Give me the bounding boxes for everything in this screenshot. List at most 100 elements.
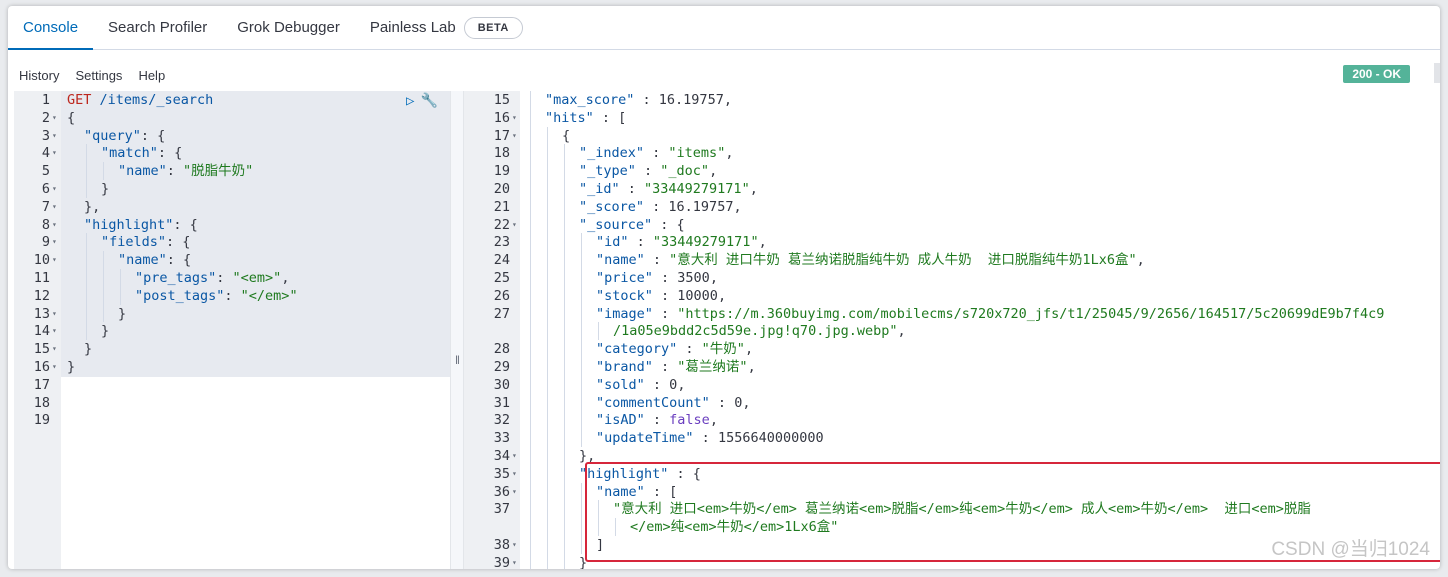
- fold-toggle-icon[interactable]: ▾: [512, 447, 517, 465]
- code-token: "name": [118, 252, 167, 269]
- resize-handle-icon[interactable]: ‖: [455, 353, 460, 367]
- code-token: "_source": [579, 216, 653, 233]
- history-link[interactable]: History: [19, 68, 59, 83]
- fold-toggle-icon[interactable]: ▾: [512, 483, 517, 501]
- fold-toggle-icon[interactable]: ▾: [52, 216, 57, 234]
- fold-toggle-icon[interactable]: ▾: [512, 109, 517, 127]
- indent-guide: [547, 197, 548, 216]
- indent-guide: [530, 518, 531, 536]
- indent-guide: [564, 340, 565, 358]
- fold-toggle-icon[interactable]: ▾: [512, 554, 517, 569]
- code-text: "query": {: [84, 127, 165, 145]
- fold-toggle-icon[interactable]: ▾: [52, 322, 57, 340]
- fold-toggle-icon[interactable]: ▾: [52, 305, 57, 323]
- code-token: :: [652, 305, 678, 322]
- code-token: "https://m.360buyimg.com/mobilecms/s720x…: [677, 305, 1385, 322]
- fold-toggle-icon[interactable]: ▾: [52, 340, 57, 358]
- code-token: ,: [749, 181, 758, 197]
- code-text: "_id" : "33449279171",: [579, 180, 758, 198]
- code-token: "name": [118, 163, 167, 180]
- line-number: 1: [41, 92, 50, 108]
- code-token: :: [652, 270, 678, 286]
- tab-console[interactable]: Console: [8, 6, 94, 50]
- code-token: :: [224, 287, 241, 304]
- code-token: GET: [67, 92, 100, 108]
- fold-toggle-icon[interactable]: ▾: [52, 127, 57, 145]
- tab-search-profiler[interactable]: Search Profiler: [93, 6, 222, 49]
- code-token: :: [709, 394, 735, 411]
- code-text: {: [562, 127, 570, 145]
- fold-toggle-icon[interactable]: ▾: [512, 536, 517, 554]
- code-token: /items/_search: [99, 92, 214, 108]
- indent-guide: [86, 286, 87, 305]
- code-text: "stock" : 10000,: [596, 287, 726, 305]
- code-token: "意大利 进口牛奶 葛兰纳诺脱脂纯牛奶 成人牛奶 进口脱脂纯牛奶1Lx6盒": [669, 252, 1137, 269]
- fold-toggle-icon[interactable]: ▾: [512, 465, 517, 483]
- fold-toggle-icon[interactable]: ▾: [52, 251, 57, 269]
- indent-guide: [530, 269, 531, 287]
- code-line: 6 ▾}: [14, 180, 450, 198]
- code-line: 19: [14, 411, 450, 429]
- fold-toggle-icon[interactable]: ▾: [52, 198, 57, 216]
- fold-toggle-icon[interactable]: ▾: [52, 233, 57, 251]
- code-line: 31 "commentCount" : 0,: [464, 393, 1440, 412]
- indent-guide: [530, 536, 531, 554]
- fold-toggle-icon[interactable]: ▾: [512, 216, 517, 234]
- line-number: 27: [493, 305, 510, 322]
- code-line: 3 ▾ "query": {: [14, 127, 450, 145]
- indent-guide: [581, 251, 582, 269]
- tab-grok-debugger[interactable]: Grok Debugger: [222, 6, 355, 49]
- tab-painless-lab[interactable]: Painless Lab BETA: [355, 6, 538, 49]
- code-line: 14 ▾}: [14, 322, 450, 341]
- line-number: 35: [493, 465, 510, 482]
- line-number: 19: [33, 412, 50, 429]
- indent-guide: [86, 144, 87, 163]
- line-number: 39: [493, 554, 510, 569]
- indent-guide: [581, 375, 582, 394]
- code-token: "_doc": [660, 163, 710, 180]
- code-token: "33449279171": [644, 181, 750, 197]
- code-text: }: [67, 358, 75, 376]
- settings-link[interactable]: Settings: [75, 68, 122, 83]
- code-token: : {: [652, 216, 685, 233]
- indent-guide: [564, 286, 565, 305]
- pane-resizer[interactable]: ‖: [450, 91, 464, 569]
- code-token: "commentCount": [596, 394, 710, 411]
- code-line: 22 ▾ "_source" : {: [464, 215, 1440, 234]
- indent-guide: [547, 126, 548, 145]
- code-token: 16.19757: [668, 198, 734, 215]
- code-line: 21 "_score" : 16.19757,: [464, 197, 1440, 216]
- line-number: 30: [493, 376, 510, 393]
- code-token: "match": [101, 145, 158, 162]
- line-number: 18: [493, 145, 510, 162]
- code-token: :: [644, 252, 670, 269]
- code-token: ,: [709, 412, 718, 429]
- fold-toggle-icon[interactable]: ▾: [52, 180, 57, 198]
- kibana-dev-tools-window: Console Search Profiler Grok Debugger Pa…: [8, 6, 1440, 569]
- help-link[interactable]: Help: [138, 68, 165, 83]
- indent-guide: [581, 286, 582, 305]
- indent-guide: [564, 304, 565, 323]
- code-text: "_score" : 16.19757,: [579, 198, 742, 216]
- code-line: 26 "stock" : 10000,: [464, 286, 1440, 305]
- fold-toggle-icon[interactable]: ▾: [52, 144, 57, 162]
- fold-toggle-icon[interactable]: ▾: [52, 358, 57, 376]
- indent-guide: [564, 518, 565, 536]
- line-number: 4: [41, 145, 50, 162]
- code-token: "sold": [596, 376, 645, 393]
- code-line: 17 ▾ {: [464, 126, 1440, 145]
- indent-guide: [103, 269, 104, 287]
- indent-guide: [530, 411, 531, 430]
- code-line: 33 "updateTime" : 1556640000000: [464, 429, 1440, 447]
- code-text: "_index" : "items",: [579, 144, 733, 162]
- code-token: "fields": [101, 234, 167, 251]
- code-line: 15 "max_score" : 16.19757,: [464, 91, 1440, 109]
- fold-toggle-icon[interactable]: ▾: [52, 109, 57, 127]
- request-editor[interactable]: ▷ 🔧 1 GET /items/_search 2 ▾{3 ▾ "query": {4 ▾…: [14, 91, 450, 569]
- fold-toggle-icon[interactable]: ▾: [512, 127, 517, 145]
- code-text: "category" : "牛奶",: [596, 340, 753, 358]
- indent-guide: [547, 447, 548, 465]
- indent-guide: [547, 464, 548, 483]
- indent-guide: [530, 464, 531, 483]
- indent-guide: [547, 144, 548, 163]
